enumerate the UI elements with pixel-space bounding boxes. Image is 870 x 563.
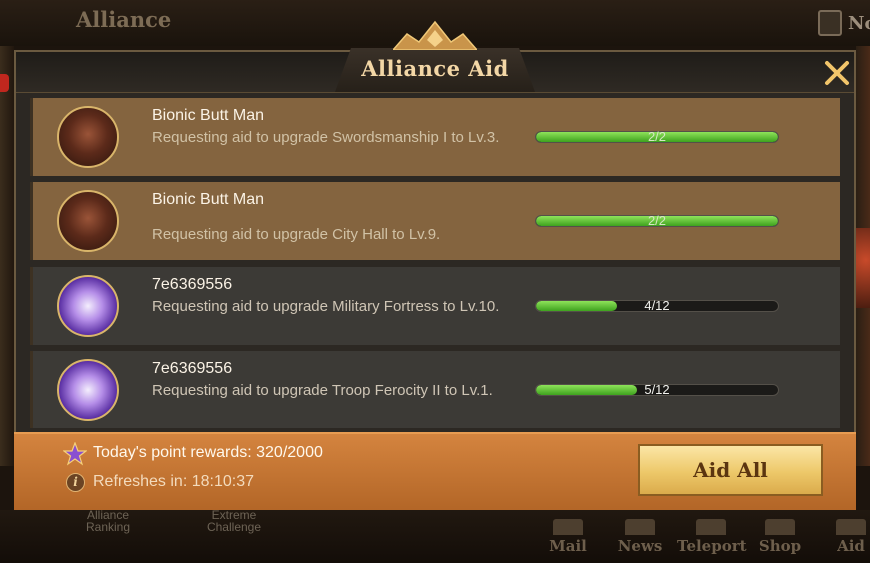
aid-request-row: Bionic Butt Man Requesting aid to upgrad… [30,98,840,176]
refresh-timer: Refreshes in: 18:10:37 [93,473,254,490]
request-description: Requesting aid to upgrade Military Fortr… [152,298,500,315]
aid-all-button[interactable]: Aid All [638,444,823,496]
nav-mail[interactable]: Mail [545,519,591,555]
aid-request-row: Bionic Butt Man Requesting aid to upgrad… [30,182,840,260]
request-description: Requesting aid to upgrade Swordsmanship … [152,129,500,146]
info-icon[interactable]: i [66,473,85,492]
avatar[interactable] [57,106,119,168]
requester-name: Bionic Butt Man [152,107,265,124]
nav-news[interactable]: News [614,519,666,555]
purple-star-icon [63,442,87,466]
progress-text: 2/2 [647,129,667,144]
nav-shop[interactable]: Shop [756,519,804,555]
close-icon[interactable] [822,58,852,88]
background-title: Alliance [76,7,172,32]
progress-text: 4/12 [644,298,670,313]
avatar[interactable] [57,359,119,421]
progress-text: 2/2 [647,213,667,228]
aid-icon [836,519,866,535]
nav-aid[interactable]: Aid [833,519,869,555]
avatar[interactable] [57,275,119,337]
background-right-image [856,228,870,308]
crown-ornament-icon [393,20,477,50]
notebook-icon[interactable] [818,10,842,36]
news-icon [625,519,655,535]
point-rewards-text: Today's point rewards: 320/2000 [93,444,323,461]
mail-icon [553,519,583,535]
dialog-title: Alliance Aid [361,56,509,81]
nav-teleport[interactable]: Teleport [677,519,747,555]
alliance-ranking-label[interactable]: Alliance Ranking [80,509,136,533]
progress-text: 5/12 [644,382,670,397]
shop-icon [765,519,795,535]
request-description: Requesting aid to upgrade Troop Ferocity… [152,382,493,399]
extreme-challenge-label[interactable]: Extreme Challenge [198,509,270,533]
avatar[interactable] [57,190,119,252]
aid-request-row: 7e6369556 Requesting aid to upgrade Mili… [30,267,840,345]
aid-request-list[interactable]: Bionic Butt Man Requesting aid to upgrad… [30,98,840,428]
teleport-icon [696,519,726,535]
requester-name: 7e6369556 [152,276,233,293]
requester-name: 7e6369556 [152,360,233,377]
background-top-right-label[interactable]: No [848,13,870,34]
requester-name: Bionic Butt Man [152,191,265,208]
aid-request-row: 7e6369556 Requesting aid to upgrade Troo… [30,351,840,428]
notification-badge [0,74,9,92]
request-description: Requesting aid to upgrade City Hall to L… [152,226,441,243]
background-left-panel [0,46,14,466]
